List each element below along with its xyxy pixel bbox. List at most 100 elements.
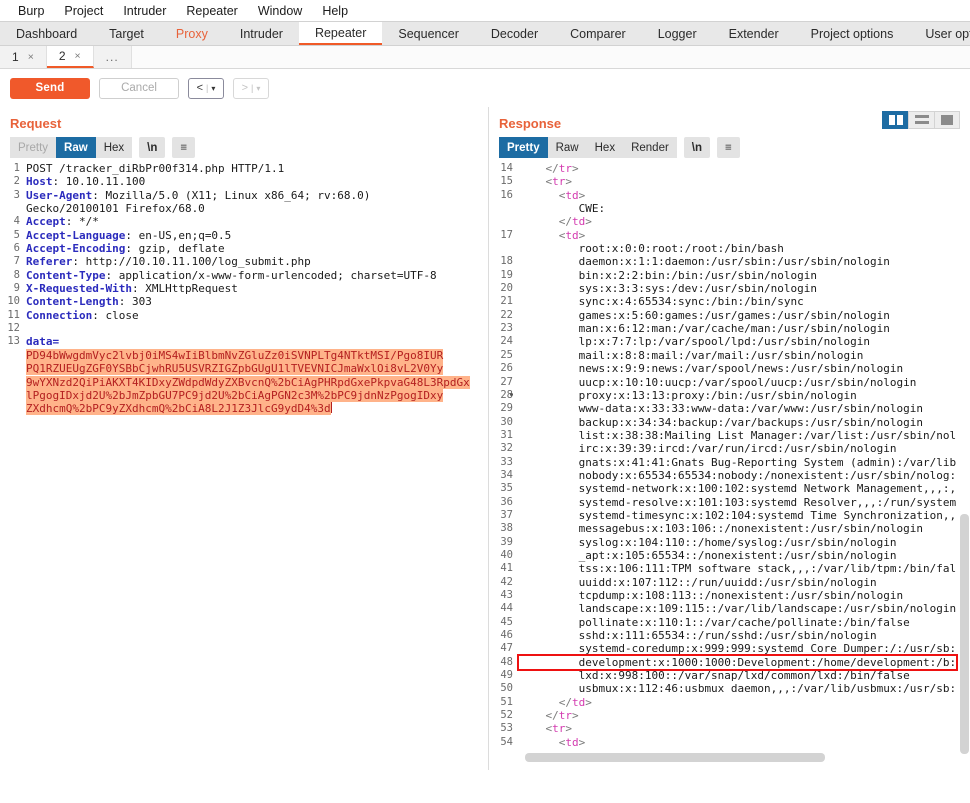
line-text: www-data:x:33:33:www-data:/var/www:/usr/… — [519, 402, 923, 415]
res-format-raw[interactable]: Raw — [547, 137, 587, 158]
close-icon[interactable]: × — [75, 50, 81, 62]
line-number: 51 — [500, 695, 513, 708]
layout-button-split-horizontal[interactable] — [908, 111, 934, 129]
line-number: 8 — [13, 268, 20, 281]
res-format-hex[interactable]: Hex — [586, 137, 624, 158]
code-text: lxd:x:998:100::/var/snap/lxd/common/lxd:… — [578, 669, 910, 683]
line-number: 15 — [500, 175, 513, 188]
response-line: 27 uucp:x:10:10:uucp:/var/spool/uucp:/us… — [489, 376, 970, 389]
response-editor[interactable]: 14 </tr> 15 <tr> 16 <td> CWE: </td> 17 <td>… — [489, 162, 970, 762]
layout-button-split-vertical[interactable] — [882, 111, 908, 129]
previous-request-button[interactable]: < | ▾ — [188, 77, 224, 99]
response-vertical-scrollbar[interactable] — [960, 162, 969, 754]
res-format-render[interactable]: Render — [623, 137, 677, 158]
line-number: 6 — [13, 242, 20, 255]
line-number: 27 — [500, 375, 513, 388]
line-number: 25 — [500, 348, 513, 361]
repeater-tab-1[interactable]: 1 × — [0, 46, 47, 68]
response-line: 31 list:x:38:38:Mailing List Manager:/va… — [489, 429, 970, 442]
line-number — [0, 349, 26, 362]
res-newline-toggle[interactable]: \n — [683, 137, 711, 158]
tab-intruder[interactable]: Intruder — [224, 22, 299, 45]
line-number: 5 — [13, 228, 20, 241]
header-name: Host — [26, 175, 53, 189]
line-number: 17 — [500, 228, 513, 241]
nav-separator: | — [206, 83, 209, 93]
line-text: data= — [26, 335, 59, 348]
line-text: 9wYXNzd2QiPiAKXT4KIDxyZWdpdWdyZXBvcnQ%2b… — [26, 375, 470, 389]
tab-extender[interactable]: Extender — [713, 22, 795, 45]
menu-item-burp[interactable]: Burp — [8, 4, 54, 18]
menu-item-help[interactable]: Help — [312, 4, 358, 18]
line-number: 34 — [500, 468, 513, 481]
line-text: systemd-resolve:x:101:103:systemd Resolv… — [519, 496, 957, 509]
next-request-button[interactable]: > | ▾ — [233, 77, 269, 99]
markup-token: tr — [552, 722, 566, 736]
repeater-tab-overflow[interactable]: ... — [93, 46, 132, 68]
response-line: 15 <tr> — [489, 175, 970, 188]
code-text: : 303 — [118, 295, 152, 309]
code-text: www-data:x:33:33:www-data:/var/www:/usr/… — [578, 402, 923, 416]
close-icon[interactable]: × — [28, 51, 34, 63]
layout-button-single-pane[interactable] — [934, 111, 960, 129]
res-editor-menu-icon[interactable]: ≡ — [717, 137, 740, 158]
response-horizontal-scrollbar[interactable] — [525, 753, 958, 762]
tab-project-options[interactable]: Project options — [795, 22, 910, 45]
line-text: lPgogIDxjd2U%2bJmZpbGU7PC9jd2U%2bCiAgPGN… — [26, 388, 444, 402]
req-format-raw[interactable]: Raw — [56, 137, 96, 158]
tab-user-options[interactable]: User options — [909, 22, 970, 45]
menu-item-project[interactable]: Project — [54, 4, 113, 18]
code-text: development:x:1000:1000:Development:/hom… — [578, 655, 957, 669]
request-body-line: lPgogIDxjd2U%2bJmZpbGU7PC9jd2U%2bCiAgPGN… — [0, 388, 488, 402]
request-line: 11 Connection: close — [0, 309, 488, 322]
response-line: 37 systemd-timesync:x:102:104:systemd Ti… — [489, 509, 970, 522]
menu-item-repeater[interactable]: Repeater — [176, 4, 247, 18]
code-text: CWE: — [578, 202, 606, 216]
markup-token: td — [572, 215, 586, 229]
tab-logger[interactable]: Logger — [642, 22, 713, 45]
tab-dashboard[interactable]: Dashboard — [0, 22, 93, 45]
tab-comparer[interactable]: Comparer — [554, 22, 642, 45]
req-editor-menu-icon[interactable]: ≡ — [172, 137, 196, 158]
code-text: uuidd:x:107:112::/run/uuidd:/usr/sbin/no… — [578, 575, 877, 589]
req-format-hex[interactable]: Hex — [95, 137, 133, 158]
res-format-pretty[interactable]: Pretty — [499, 137, 548, 158]
line-number: 53 — [500, 722, 513, 735]
menu-item-window[interactable]: Window — [248, 4, 312, 18]
cancel-button[interactable]: Cancel — [99, 77, 179, 99]
line-number: 7 — [13, 255, 20, 268]
nav-separator: | — [251, 83, 254, 93]
markup-token: tr — [552, 175, 566, 189]
line-number — [489, 242, 519, 255]
tab-sequencer[interactable]: Sequencer — [382, 22, 474, 45]
code-text: landscape:x:109:115::/var/lib/landscape:… — [578, 602, 957, 616]
tab-target[interactable]: Target — [93, 22, 160, 45]
tab-proxy[interactable]: Proxy — [160, 22, 224, 45]
request-line: 9 X-Requested-With: XMLHttpRequest — [0, 282, 488, 295]
line-text: <td> — [519, 736, 586, 749]
line-number: 33 — [500, 455, 513, 468]
line-text: syslog:x:104:110::/home/syslog:/usr/sbin… — [519, 536, 897, 549]
req-newline-toggle[interactable]: \n — [139, 137, 166, 158]
markup-token: td — [565, 188, 579, 202]
line-number: 31 — [500, 428, 513, 441]
request-editor[interactable]: 1 POST /tracker_diRbPr00f314.php HTTP/1.1… — [0, 162, 488, 762]
line-number: 29 — [500, 402, 513, 415]
tab-decoder[interactable]: Decoder — [475, 22, 554, 45]
line-number — [0, 402, 26, 415]
response-line: 23 man:x:6:12:man:/var/cache/man:/usr/sb… — [489, 322, 970, 335]
code-text: tcpdump:x:108:113::/nonexistent:/usr/sbi… — [578, 589, 904, 602]
send-button[interactable]: Send — [10, 77, 90, 99]
menu-item-intruder[interactable]: Intruder — [113, 4, 176, 18]
req-format-pretty[interactable]: Pretty — [10, 137, 57, 158]
line-text: irc:x:39:39:ircd:/var/run/ircd:/usr/sbin… — [519, 442, 897, 455]
tab-repeater[interactable]: Repeater — [298, 22, 383, 45]
repeater-tab-2[interactable]: 2 × — [46, 46, 94, 68]
